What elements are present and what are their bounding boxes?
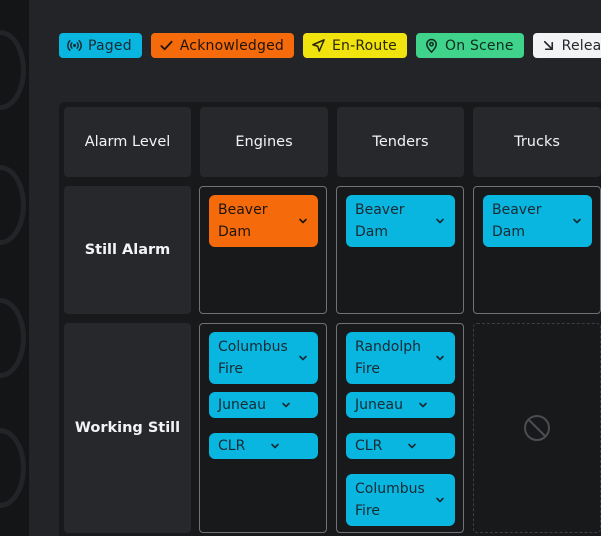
- column-header-alarm-level: Alarm Level: [64, 107, 191, 177]
- unit-card[interactable]: Juneau: [209, 392, 318, 418]
- legend-label: Paged: [88, 37, 132, 54]
- unit-card[interactable]: Randolph Fire: [346, 332, 455, 384]
- navigation-arrow-icon: [312, 39, 325, 52]
- chevron-down-icon[interactable]: [571, 215, 583, 227]
- chevron-down-icon[interactable]: [434, 494, 446, 506]
- blocked-icon: [524, 415, 550, 441]
- column-header-engines: Engines: [200, 107, 328, 177]
- legend-on-scene[interactable]: On Scene: [416, 33, 524, 58]
- dispatch-panel: Paged Acknowledged En-Route On Scene Rel…: [29, 0, 601, 536]
- rail-decoration: [0, 30, 26, 110]
- unit-name: Columbus Fire: [355, 481, 425, 519]
- chevron-down-icon[interactable]: [406, 440, 418, 452]
- column-header-label: Trucks: [514, 134, 560, 150]
- legend-label: Acknowledged: [179, 37, 284, 54]
- column-header-trucks: Trucks: [473, 107, 601, 177]
- chevron-down-icon[interactable]: [297, 215, 309, 227]
- column-header-label: Tenders: [372, 134, 429, 150]
- left-rail: [0, 0, 29, 536]
- chevron-down-icon[interactable]: [434, 215, 446, 227]
- legend-label: On Scene: [445, 37, 514, 54]
- drop-zone-working-still-tenders[interactable]: Randolph Fire Juneau CLR Columbus Fire: [336, 323, 464, 533]
- unit-card[interactable]: CLR: [346, 433, 455, 459]
- column-header-tenders: Tenders: [337, 107, 464, 177]
- row-label-still-alarm: Still Alarm: [64, 186, 191, 314]
- drop-zone-still-alarm-engines[interactable]: Beaver Dam: [199, 186, 327, 314]
- legend-released[interactable]: Released: [532, 33, 601, 58]
- unit-name: Beaver Dam: [492, 202, 542, 240]
- unit-name: CLR: [218, 438, 246, 454]
- chevron-down-icon[interactable]: [280, 399, 292, 411]
- broadcast-icon: [67, 40, 82, 51]
- legend-label: Released: [561, 37, 601, 54]
- drop-zone-working-still-engines[interactable]: Columbus Fire Juneau CLR: [199, 323, 327, 533]
- column-header-label: Engines: [235, 134, 293, 150]
- unit-card[interactable]: Columbus Fire: [346, 474, 455, 526]
- drop-zone-still-alarm-trucks[interactable]: Beaver Dam: [473, 186, 601, 314]
- unit-card[interactable]: CLR: [209, 433, 318, 459]
- drop-zone-working-still-trucks-disabled: [473, 323, 601, 533]
- column-header-label: Alarm Level: [84, 134, 171, 150]
- legend-paged[interactable]: Paged: [59, 33, 142, 58]
- unit-name: CLR: [355, 438, 383, 454]
- unit-card[interactable]: Juneau: [346, 392, 455, 418]
- status-legend: Paged Acknowledged En-Route On Scene Rel…: [59, 33, 601, 58]
- check-icon: [160, 40, 173, 51]
- legend-en-route[interactable]: En-Route: [302, 33, 407, 58]
- unit-card[interactable]: Columbus Fire: [209, 332, 318, 384]
- chevron-down-icon[interactable]: [417, 399, 429, 411]
- rail-decoration: [0, 298, 26, 378]
- unit-name: Juneau: [218, 397, 266, 413]
- legend-acknowledged[interactable]: Acknowledged: [150, 33, 294, 58]
- chevron-down-icon[interactable]: [297, 352, 309, 364]
- row-label-text: Working Still: [74, 420, 181, 436]
- alarm-assignment-board: Alarm Level Engines Tenders Trucks Still…: [59, 102, 601, 536]
- unit-name: Columbus Fire: [218, 339, 288, 377]
- map-pin-icon: [426, 38, 437, 53]
- arrow-down-right-icon: [543, 40, 553, 51]
- drop-zone-still-alarm-tenders[interactable]: Beaver Dam: [336, 186, 464, 314]
- unit-name: Beaver Dam: [218, 202, 268, 240]
- unit-name: Randolph Fire: [355, 339, 421, 377]
- rail-decoration: [0, 428, 26, 508]
- unit-card[interactable]: Beaver Dam: [209, 195, 318, 247]
- unit-card[interactable]: Beaver Dam: [483, 195, 592, 247]
- rail-decoration: [0, 165, 26, 245]
- chevron-down-icon[interactable]: [434, 352, 446, 364]
- row-label-working-still: Working Still: [64, 323, 191, 533]
- unit-name: Juneau: [355, 397, 403, 413]
- legend-label: En-Route: [331, 37, 397, 54]
- unit-name: Beaver Dam: [355, 202, 405, 240]
- unit-card[interactable]: Beaver Dam: [346, 195, 455, 247]
- row-label-text: Still Alarm: [84, 242, 171, 258]
- chevron-down-icon[interactable]: [269, 440, 281, 452]
